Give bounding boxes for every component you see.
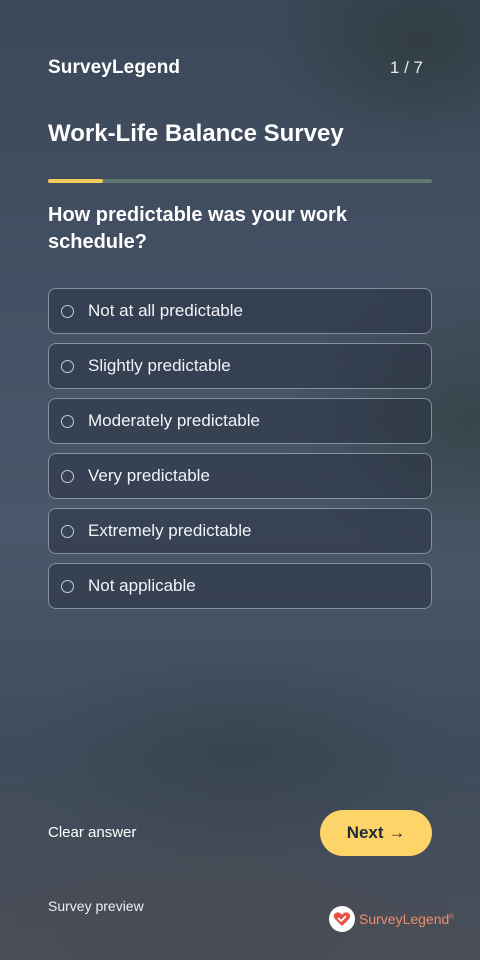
registered-mark: ® — [449, 914, 454, 921]
logo-wordmark-text: SurveyLegend — [359, 911, 450, 927]
progress-bar-fill — [48, 179, 103, 183]
answer-option[interactable]: Slightly predictable — [48, 343, 432, 389]
radio-empty-icon[interactable] — [61, 414, 74, 428]
radio-empty-icon[interactable] — [61, 469, 74, 483]
answer-option[interactable]: Extremely predictable — [48, 508, 432, 554]
radio-empty-icon[interactable] — [61, 359, 74, 373]
answer-option[interactable]: Moderately predictable — [48, 398, 432, 444]
answer-option-label: Moderately predictable — [88, 411, 260, 430]
surveylegend-logo[interactable]: SurveyLegend® — [329, 906, 454, 932]
answer-option[interactable]: Very predictable — [48, 453, 432, 499]
radio-empty-icon[interactable] — [61, 524, 74, 538]
survey-title: Work-Life Balance Survey — [48, 120, 344, 147]
next-button[interactable]: Next → — [320, 810, 432, 856]
answer-option-label: Very predictable — [88, 466, 210, 485]
answer-option-label: Slightly predictable — [88, 356, 231, 375]
question-text: How predictable was your work schedule? — [48, 204, 347, 253]
answer-option-label: Extremely predictable — [88, 521, 252, 540]
answer-options: Not at all predictable Slightly predicta… — [48, 288, 432, 618]
survey-preview-label: Survey preview — [48, 898, 144, 914]
answer-option-label: Not at all predictable — [88, 301, 243, 320]
logo-wordmark: SurveyLegend® — [359, 911, 454, 927]
answer-option[interactable]: Not at all predictable — [48, 288, 432, 334]
progress-bar — [48, 179, 432, 183]
heart-check-icon — [329, 906, 355, 932]
clear-answer-link[interactable]: Clear answer — [48, 824, 136, 841]
radio-empty-icon[interactable] — [61, 579, 74, 593]
answer-option[interactable]: Not applicable — [48, 563, 432, 609]
answer-option-label: Not applicable — [88, 576, 196, 595]
radio-empty-icon[interactable] — [61, 304, 74, 318]
page-indicator: 1 / 7 — [389, 58, 423, 77]
survey-screen: SurveyLegend 1 / 7 Work-Life Balance Sur… — [0, 0, 480, 960]
brand-name: SurveyLegend — [48, 57, 181, 78]
